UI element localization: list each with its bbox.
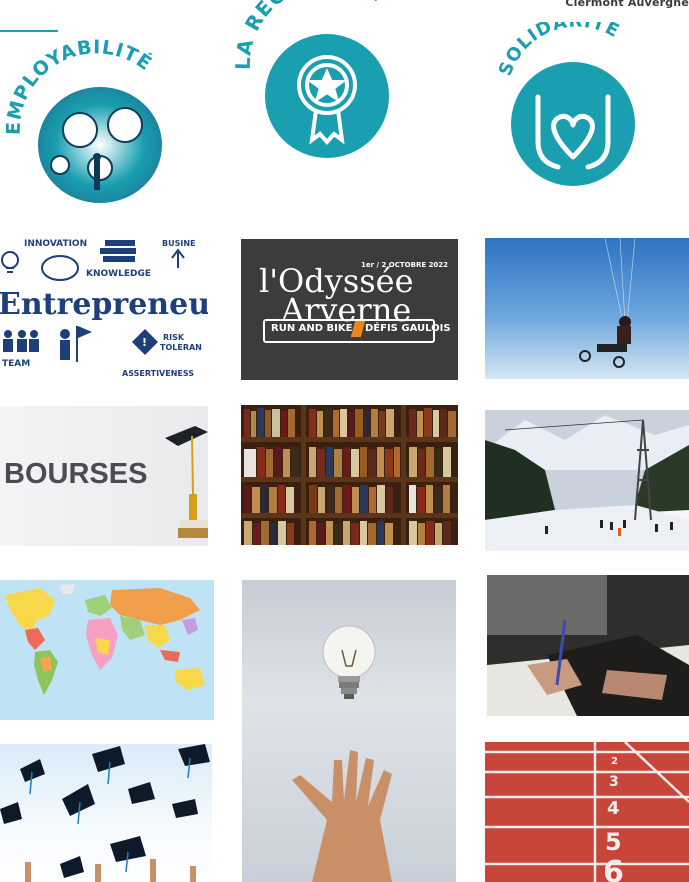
tile-exam-writing[interactable] bbox=[487, 575, 689, 716]
tile-bourses[interactable]: BOURSES bbox=[0, 406, 208, 546]
event-tagline-right: DÉFIS GAULOIS bbox=[365, 323, 451, 334]
lane-number: 3 bbox=[609, 774, 619, 790]
tile-odyssee-arverne[interactable]: 1er / 2 OCTOBRE 2022 l'Odyssée Arverne R… bbox=[241, 239, 458, 380]
lightbulb-hand-photo bbox=[292, 625, 392, 882]
exam-writing-photo bbox=[487, 575, 689, 716]
tile-running-track[interactable]: 2 3 4 5 6 bbox=[485, 742, 689, 882]
ski-slope-photo bbox=[485, 410, 689, 551]
brand-text: Clermont Auvergne bbox=[565, 0, 689, 9]
world-map-image bbox=[0, 580, 214, 720]
badge-recherche[interactable]: LA RECHERCHE bbox=[228, 0, 418, 190]
bulb-icon bbox=[1, 251, 19, 273]
svg-text:!: ! bbox=[142, 336, 147, 349]
word-business: BUSINE bbox=[162, 239, 196, 248]
paraglider-photo bbox=[579, 238, 636, 368]
tile-lightbulb-hand[interactable] bbox=[242, 580, 456, 882]
person-flag-icon bbox=[60, 326, 92, 362]
lane-number: 6 bbox=[603, 855, 624, 882]
lane-number: 2 bbox=[611, 756, 618, 767]
bourses-label: BOURSES bbox=[4, 458, 148, 490]
tile-graduation-caps[interactable] bbox=[0, 744, 212, 882]
word-team: TEAM bbox=[2, 359, 30, 369]
team-icon bbox=[3, 330, 39, 352]
bookshelf-photo bbox=[241, 405, 458, 545]
warning-icon: ! bbox=[132, 329, 158, 355]
entrepreneur-title: Entrepreneur bbox=[0, 287, 208, 322]
tile-library[interactable] bbox=[241, 405, 458, 545]
tile-world-map[interactable] bbox=[0, 580, 214, 720]
word-knowledge: KNOWLEDGE bbox=[86, 269, 151, 279]
graduation-cap-icon bbox=[165, 426, 208, 538]
lane-number: 5 bbox=[605, 828, 622, 856]
lightbulb-icon bbox=[322, 625, 376, 699]
badge-solidarite[interactable]: SOLIDARITÉ bbox=[498, 22, 668, 197]
tile-paraglider[interactable] bbox=[485, 238, 689, 379]
lane-number: 4 bbox=[607, 798, 620, 819]
tile-entrepreneur[interactable]: INNOVATION KNOWLEDGE BUSINE Entrepreneur… bbox=[0, 238, 208, 379]
books-icon bbox=[100, 240, 136, 262]
word-risk: RISK bbox=[163, 333, 185, 342]
brain-icon bbox=[41, 255, 79, 281]
word-innovation: INNOVATION bbox=[24, 239, 87, 249]
word-assertiveness: ASSERTIVENESS bbox=[122, 369, 194, 378]
hand-icon bbox=[292, 750, 392, 882]
arrow-up-icon bbox=[171, 248, 185, 268]
event-tagline-left: RUN AND BIKE bbox=[271, 323, 353, 334]
badge-employabilite[interactable]: EMPLOYABILITÉ bbox=[5, 30, 185, 210]
tile-ski-resort[interactable] bbox=[485, 410, 689, 551]
word-tolerance: TOLERAN bbox=[160, 343, 202, 352]
graduation-caps-photo bbox=[0, 744, 210, 882]
